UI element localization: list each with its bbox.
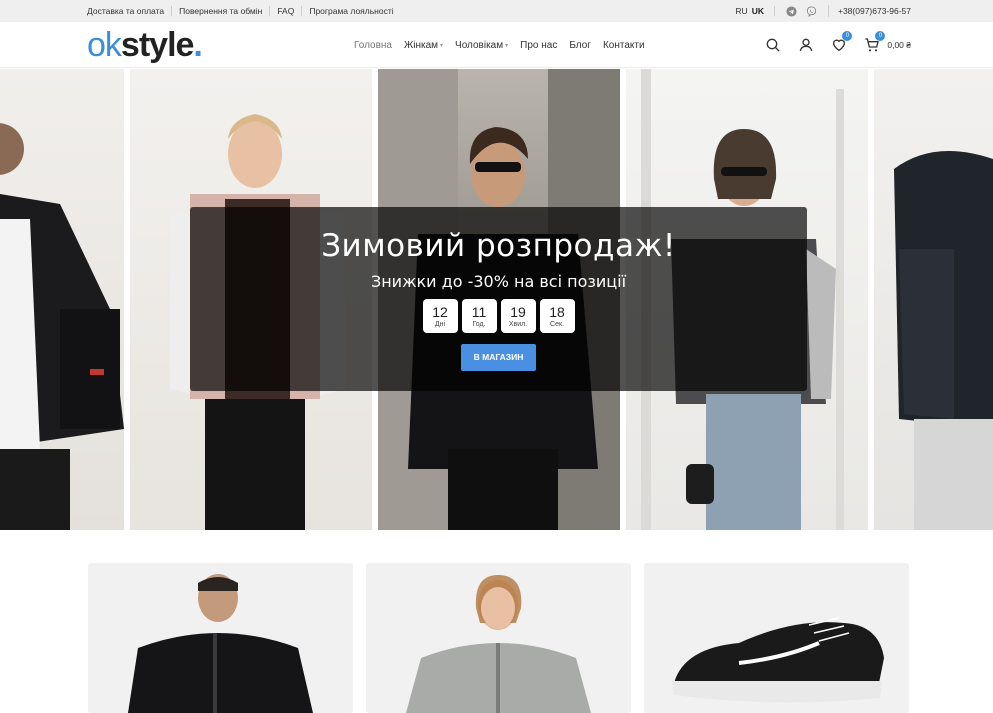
logo-part-ok: ok [87,25,122,64]
hero-title: Зимовий розпродаж! [321,228,676,264]
link-loyalty[interactable]: Програма лояльності [301,6,400,16]
main-header: ok style. Головна Жінкам ▾ Чоловікам ▾ Про … [0,22,993,68]
user-icon[interactable] [798,37,814,53]
category-card-men[interactable] [88,563,353,713]
cart-count-badge: 0 [875,30,886,41]
hero-photo-man-jacket [0,69,124,530]
nav-item-blog[interactable]: Блог [569,40,591,51]
wishlist-icon[interactable]: 0 [831,30,853,53]
countdown-hours: 11 Год. [461,299,497,333]
chevron-down-icon: ▾ [505,42,509,49]
hero-banner: Зимовий розпродаж! Знижки до -30% на всі… [0,68,993,530]
nav-item-about[interactable]: Про нас [520,40,557,51]
nav-label: Контакти [602,39,645,51]
countdown-label: Хвил. [508,320,528,328]
link-returns[interactable]: Повернення та обмін [171,6,269,16]
top-bar: Доставка та оплата Повернення та обмін F… [0,0,993,22]
nav-label: Жінкам [404,39,439,51]
search-icon[interactable] [765,37,781,53]
lang-uk[interactable]: UK [752,6,764,16]
category-image-sneakers [672,617,884,703]
countdown-seconds: 18 Сек. [539,299,575,333]
hero-photo-man-puffer [874,69,993,530]
countdown-label: Год. [472,320,486,328]
countdown-minutes: 19 Хвил. [500,299,536,333]
category-cards [88,563,909,713]
countdown-value: 19 [510,303,526,320]
countdown-label: Дні [434,320,446,328]
cart-icon: 0 [864,30,886,53]
nav-label: Головна [354,39,392,51]
countdown-timer: 12 Дні 11 Год. 19 Хвил. 18 Сек. [190,299,807,333]
nav-label: Чоловікам [455,39,504,51]
top-links: Доставка та оплата Повернення та обмін F… [87,6,401,16]
social-links [775,5,829,17]
nav-label: Блог [569,39,591,51]
nav-label: Про нас [520,39,558,51]
category-image-women [406,575,591,713]
logo-dot: . [193,25,203,64]
nav-item-contacts[interactable]: Контакти [603,40,645,51]
countdown-value: 12 [432,303,448,320]
countdown-label: Сек. [550,320,564,328]
logo-part-style: style [120,25,194,64]
shop-button[interactable]: В МАГАЗИН [460,344,537,371]
countdown-value: 11 [471,303,487,320]
site-logo[interactable]: ok style. [87,25,203,64]
cart-button[interactable]: 0 0,00 ₴ [864,30,911,53]
hero-subtitle: Знижки до -30% на всі позиції [370,272,627,291]
cart-total: 0,00 ₴ [887,39,911,50]
link-faq[interactable]: FAQ [269,6,301,16]
chevron-down-icon: ▾ [440,42,444,49]
countdown-days: 12 Дні [422,299,458,333]
phone-number[interactable]: +38(097)673-96-57 [829,6,911,16]
wishlist-count-badge: 0 [842,30,853,41]
nav-item-home[interactable]: Головна [354,40,392,51]
category-image-men [128,574,313,713]
category-card-shoes[interactable] [644,563,909,713]
main-nav: Головна Жінкам ▾ Чоловікам ▾ Про нас Блог … [354,22,645,68]
nav-item-women[interactable]: Жінкам ▾ [404,40,443,51]
category-card-women[interactable] [366,563,631,713]
nav-item-men[interactable]: Чоловікам ▾ [455,40,508,51]
telegram-icon[interactable] [786,5,797,17]
viber-icon[interactable] [806,5,817,17]
lang-ru[interactable]: RU [735,6,747,16]
language-switcher: RU UK [735,6,775,16]
link-delivery[interactable]: Доставка та оплата [87,6,171,16]
countdown-value: 18 [549,303,565,320]
sale-banner-overlay: Зимовий розпродаж! Знижки до -30% на всі… [190,207,807,391]
